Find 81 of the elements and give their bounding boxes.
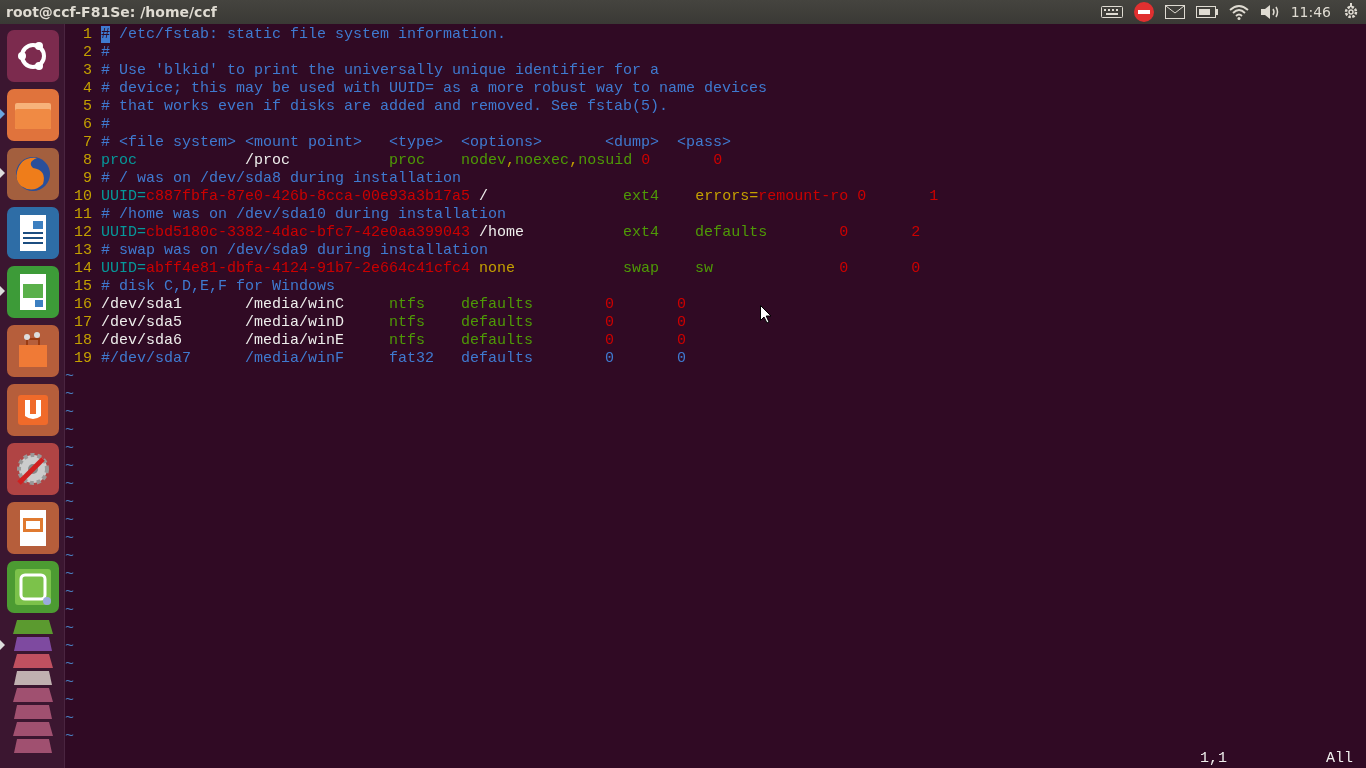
battery-icon[interactable] <box>1195 6 1218 18</box>
code-line: # / was on /dev/sda8 during installation <box>101 170 462 187</box>
empty-line-marker: ~ <box>65 656 74 673</box>
empty-line-marker: ~ <box>65 530 74 547</box>
code-line: # Use 'blkid' to print the universally unique identifier for a <box>101 62 660 79</box>
empty-line-marker: ~ <box>65 404 74 421</box>
line-number: 7 <box>82 134 92 152</box>
circle-logo-icon[interactable] <box>7 30 59 82</box>
settings-icon[interactable] <box>1342 3 1360 21</box>
empty-line-marker: ~ <box>65 584 74 601</box>
code-line: # disk C,D,E,F for Windows <box>101 278 336 295</box>
code-line: # device; this may be used with UUID= as a more robust way to name devices <box>101 80 768 97</box>
code-line: /dev/sda1 /media/winC ntfs defaults 0 0 <box>101 296 687 313</box>
code-line: # /home was on /dev/sda10 during installation <box>101 206 507 223</box>
globe-icon[interactable] <box>7 148 59 200</box>
empty-line-marker: ~ <box>65 368 74 385</box>
line-number: 4 <box>82 80 92 98</box>
empty-line-marker: ~ <box>65 674 74 691</box>
keyboard-icon[interactable] <box>1100 6 1123 18</box>
line-number: 1 <box>82 26 92 44</box>
empty-line-marker: ~ <box>65 602 74 619</box>
empty-line-marker: ~ <box>65 548 74 565</box>
empty-line-marker: ~ <box>65 422 74 439</box>
document-icon[interactable] <box>7 207 59 259</box>
code-line: # /etc/fstab: static file system information. <box>101 26 507 43</box>
line-number: 6 <box>82 116 92 134</box>
code-line: #/dev/sda7 /media/winF fat32 defaults 0 0 <box>101 350 687 367</box>
line-number: 3 <box>82 62 92 80</box>
empty-line-marker: ~ <box>65 728 74 745</box>
line-number: 10 <box>73 188 92 206</box>
code-line: /dev/sda5 /media/winD ntfs defaults 0 0 <box>101 314 687 331</box>
clock[interactable]: 11:46 <box>1290 1 1331 23</box>
code-line: # <box>101 44 110 61</box>
line-number: 15 <box>73 278 92 296</box>
spreadsheet-icon[interactable] <box>7 266 59 318</box>
wrench-gear-icon[interactable] <box>7 443 59 495</box>
presentation-icon[interactable] <box>7 502 59 554</box>
envelope-icon[interactable] <box>1164 5 1185 19</box>
code-line: /dev/sda6 /media/winE ntfs defaults 0 0 <box>101 332 687 349</box>
volume-icon[interactable] <box>1259 4 1280 20</box>
no-entry-icon[interactable] <box>1133 2 1154 22</box>
window-title: root@ccf-F81Se: /home/ccf <box>5 3 217 22</box>
line-number: 12 <box>73 224 92 242</box>
empty-line-marker: ~ <box>65 386 74 403</box>
line-number: 9 <box>82 170 92 188</box>
u-shape-icon[interactable] <box>7 384 59 436</box>
empty-line-marker: ~ <box>65 476 74 493</box>
line-number: 19 <box>73 350 92 368</box>
line-number: 14 <box>73 260 92 278</box>
scroll-position: All <box>1326 750 1353 768</box>
cursor-position: 1,1 <box>1200 750 1228 768</box>
empty-line-marker: ~ <box>65 710 74 727</box>
code-line: # that works even if disks are added and removed. See fstab(5). <box>101 98 669 115</box>
empty-line-marker: ~ <box>65 512 74 529</box>
line-number: 13 <box>73 242 92 260</box>
code-line: UUID=cbd5180c-3382-4dac-bfc7-42e0aa399043 /home ext4 defaults 0 2 <box>101 224 921 241</box>
line-number: 8 <box>82 152 92 170</box>
code-line: UUID=abff4e81-dbfa-4124-91b7-2e664c41cfc4 none swap sw 0 0 <box>101 260 921 277</box>
folder-icon[interactable] <box>7 89 59 141</box>
wifi-icon[interactable] <box>1228 4 1249 20</box>
empty-line-marker: ~ <box>65 638 74 655</box>
code-line: # swap was on /dev/sda9 during installation <box>101 242 489 259</box>
line-number: 5 <box>82 98 92 116</box>
line-number: 11 <box>73 206 92 224</box>
empty-line-marker: ~ <box>65 566 74 583</box>
empty-line-marker: ~ <box>65 494 74 511</box>
empty-line-marker: ~ <box>65 440 74 457</box>
code-line: # <box>101 116 110 133</box>
line-number: 2 <box>82 44 92 62</box>
code-line: # <file system> <mount point> <type> <options> <dump> <pass> <box>101 134 732 151</box>
code-line: proc /proc proc nodev,noexec,nosuid 0 0 <box>101 152 723 169</box>
mouse-pointer-icon <box>760 305 772 324</box>
line-number: 16 <box>73 296 92 314</box>
line-number: 17 <box>73 314 92 332</box>
shopping-bag-icon[interactable] <box>7 325 59 377</box>
empty-line-marker: ~ <box>65 458 74 475</box>
qt-icon[interactable] <box>7 561 59 613</box>
empty-line-marker: ~ <box>65 620 74 637</box>
line-number: 18 <box>73 332 92 350</box>
empty-line-marker: ~ <box>65 692 74 709</box>
code-line: UUID=c887fbfa-87e0-426b-8cca-00e93a3b17a5 / ext4 errors=remount-ro 0 1 <box>101 188 939 205</box>
